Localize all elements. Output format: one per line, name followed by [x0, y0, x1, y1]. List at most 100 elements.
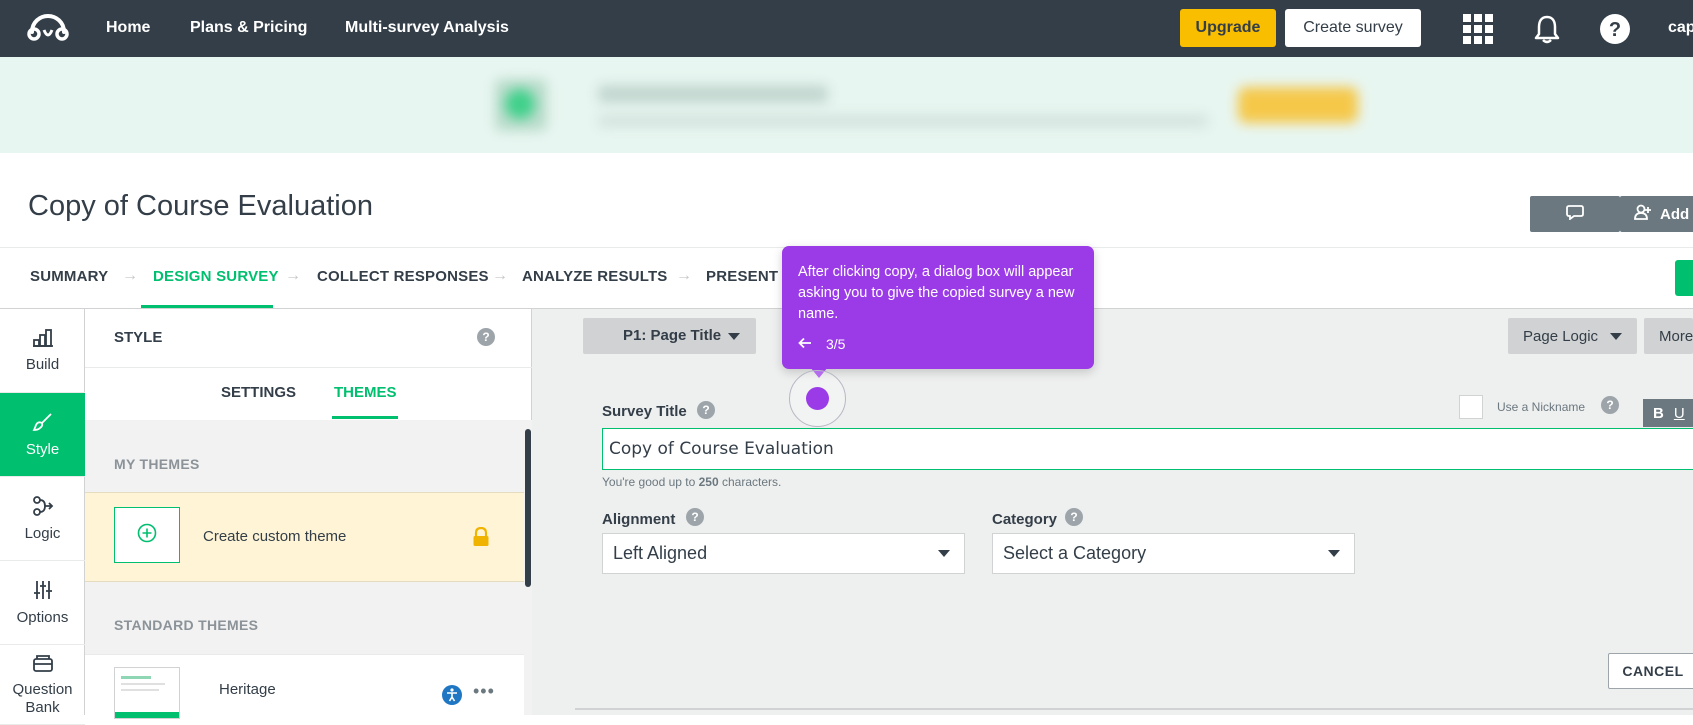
- nav-multi-survey-analysis-link[interactable]: Multi-survey Analysis: [345, 19, 509, 37]
- chevron-down-icon: [728, 333, 740, 340]
- left-sidebar: Build Style Logic Options Question Bank: [0, 309, 85, 725]
- themes-list: MY THEMES Create custom theme STANDARD T…: [85, 420, 525, 719]
- sidebar-item-label: Build: [25, 355, 60, 373]
- alignment-select[interactable]: Left Aligned: [602, 533, 965, 574]
- step-present-results[interactable]: PRESENT R: [706, 268, 794, 285]
- char-hint-prefix: You're good up to: [602, 475, 699, 489]
- tooltip-navigation: 3/5: [798, 336, 845, 352]
- survey-title-label: Survey Title: [602, 403, 687, 420]
- standard-themes-heading: STANDARD THEMES: [114, 617, 259, 633]
- category-value: Select a Category: [1003, 543, 1147, 563]
- accessibility-icon: [442, 685, 462, 710]
- sidebar-item-style[interactable]: Style: [0, 393, 85, 477]
- sidebar-item-options[interactable]: Options: [0, 561, 85, 645]
- bell-icon[interactable]: [1530, 12, 1564, 46]
- sidebar-item-label: Options: [16, 608, 69, 626]
- sidebar-item-label: Question Bank: [12, 680, 73, 716]
- add-collaborator-button[interactable]: Add: [1620, 196, 1693, 232]
- sidebar-item-label: Logic: [24, 524, 61, 542]
- chevron-down-icon: [1328, 550, 1340, 557]
- step-design-survey[interactable]: DESIGN SURVEY: [153, 268, 279, 285]
- character-limit-hint: You're good up to 250 characters.: [602, 475, 781, 489]
- tab-settings[interactable]: SETTINGS: [221, 384, 296, 401]
- sidebar-item-label: Style: [25, 440, 60, 458]
- paintbrush-icon: [32, 411, 54, 437]
- page-select-dropdown[interactable]: P1: Page Title: [583, 318, 756, 354]
- back-arrow-icon[interactable]: [798, 336, 812, 352]
- help-icon[interactable]: ?: [1065, 508, 1083, 526]
- comment-icon: [1566, 204, 1584, 224]
- next-button[interactable]: [1675, 260, 1693, 296]
- comment-button[interactable]: [1530, 196, 1620, 232]
- category-select[interactable]: Select a Category: [992, 533, 1355, 574]
- survey-editor-canvas: [532, 309, 1693, 715]
- create-custom-theme-row[interactable]: Create custom theme: [85, 492, 525, 582]
- underline-button[interactable]: U: [1674, 405, 1685, 422]
- text-format-toolbar: B U: [1643, 399, 1693, 427]
- scrollbar-thumb[interactable]: [525, 429, 531, 587]
- theme-thumbnail: [114, 667, 180, 719]
- char-hint-suffix: characters.: [718, 475, 782, 489]
- style-panel: STYLE ? SETTINGS THEMES MY THEMES Create…: [85, 309, 532, 719]
- user-account-menu[interactable]: cap: [1668, 19, 1693, 37]
- survey-title-input[interactable]: Copy of Course Evaluation: [602, 428, 1693, 470]
- more-options-icon[interactable]: •••: [473, 681, 495, 702]
- arrow-right-icon: →: [285, 267, 301, 284]
- chevron-down-icon: [938, 550, 950, 557]
- walkthrough-tooltip: After clicking copy, a dialog box will a…: [782, 246, 1094, 369]
- lock-icon: [472, 526, 490, 552]
- help-icon[interactable]: ?: [686, 508, 704, 526]
- surveymonkey-logo-icon[interactable]: [26, 12, 70, 44]
- add-theme-tile[interactable]: [114, 507, 180, 563]
- sliders-icon: [32, 579, 54, 605]
- create-custom-theme-label: Create custom theme: [203, 528, 347, 545]
- active-step-indicator: [141, 305, 273, 308]
- nav-plans-pricing-link[interactable]: Plans & Pricing: [190, 19, 307, 37]
- help-icon[interactable]: ?: [1601, 396, 1619, 414]
- use-nickname-label: Use a Nickname: [1497, 400, 1586, 414]
- step-analyze-results[interactable]: ANALYZE RESULTS: [522, 268, 668, 285]
- bold-button[interactable]: B: [1653, 405, 1664, 422]
- my-themes-heading: MY THEMES: [114, 456, 200, 472]
- step-collect-responses[interactable]: COLLECT RESPONSES: [317, 268, 489, 285]
- use-nickname-checkbox[interactable]: [1459, 395, 1483, 419]
- theme-row-heritage[interactable]: Heritage •••: [85, 654, 525, 719]
- arrow-right-icon: →: [676, 267, 692, 284]
- page-logic-button[interactable]: Page Logic: [1508, 318, 1637, 354]
- sidebar-item-logic[interactable]: Logic: [0, 477, 85, 561]
- top-navigation-bar: Home Plans & Pricing Multi-survey Analys…: [0, 0, 1693, 57]
- arrow-right-icon: →: [492, 267, 508, 284]
- style-panel-header: STYLE ?: [85, 309, 532, 368]
- arrow-right-icon: →: [122, 267, 138, 284]
- page-select-label: P1: Page Title: [623, 327, 722, 344]
- themes-scrollbar[interactable]: [524, 420, 532, 715]
- tooltip-text: After clicking copy, a dialog box will a…: [798, 264, 1075, 322]
- cancel-button[interactable]: CANCEL: [1608, 653, 1693, 689]
- help-icon[interactable]: ?: [1598, 12, 1632, 46]
- tab-themes[interactable]: THEMES: [334, 384, 397, 401]
- chevron-down-icon: [1610, 333, 1622, 340]
- sidebar-item-build[interactable]: Build: [0, 309, 85, 393]
- style-panel-title: STYLE: [114, 329, 163, 346]
- divider: [575, 708, 1693, 710]
- more-actions-label: More: [1659, 327, 1693, 345]
- tooltip-step-counter: 3/5: [826, 336, 846, 352]
- hotspot-beacon[interactable]: [806, 387, 829, 410]
- help-icon[interactable]: ?: [477, 328, 495, 346]
- help-icon[interactable]: ?: [697, 401, 715, 419]
- category-label: Category: [992, 511, 1058, 528]
- step-summary[interactable]: SUMMARY: [30, 268, 108, 285]
- sidebar-item-question-bank[interactable]: Question Bank: [0, 645, 85, 725]
- nav-home-link[interactable]: Home: [106, 19, 150, 37]
- theme-name: Heritage: [219, 681, 276, 698]
- survey-title-heading: Copy of Course Evaluation: [28, 190, 373, 222]
- logic-icon: [32, 495, 54, 521]
- alignment-value: Left Aligned: [613, 543, 708, 563]
- upgrade-button[interactable]: Upgrade: [1180, 9, 1276, 47]
- more-actions-button[interactable]: More: [1644, 318, 1693, 354]
- add-user-icon: [1634, 204, 1652, 224]
- create-survey-button[interactable]: Create survey: [1285, 9, 1421, 47]
- plus-circle-icon: [137, 523, 157, 548]
- apps-grid-icon[interactable]: [1461, 12, 1495, 46]
- question-bank-icon: [32, 653, 54, 677]
